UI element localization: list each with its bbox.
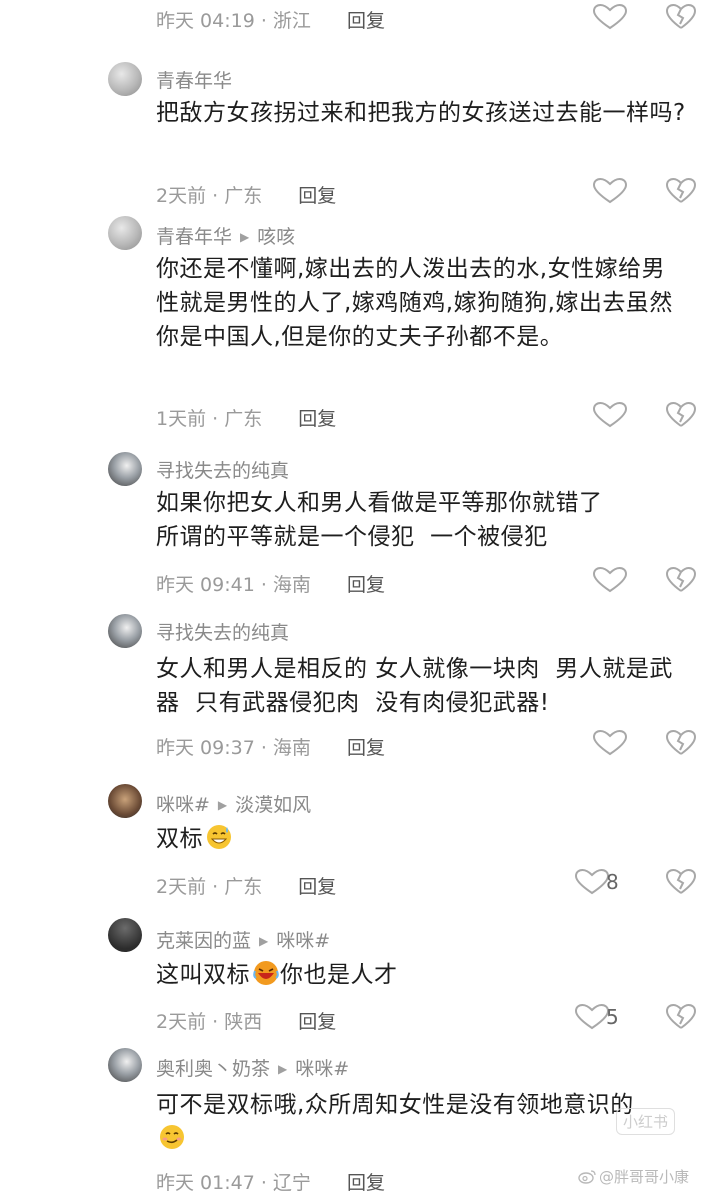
reply-button[interactable]: 回复 — [347, 737, 385, 759]
comment-location: 广东 — [224, 408, 263, 430]
comment-location: 广东 — [224, 185, 263, 207]
broken-heart-icon[interactable] — [664, 867, 698, 897]
avatar[interactable] — [108, 918, 142, 952]
weibo-icon — [578, 1170, 596, 1184]
weibo-handle: @胖哥哥小康 — [599, 1168, 690, 1186]
smirk-emoji — [160, 1125, 184, 1149]
comment-meta: 昨天 09:41 · 海南 回复 — [156, 574, 385, 596]
reply-arrow-icon: ▶ — [217, 798, 228, 812]
broken-heart-icon[interactable] — [664, 1002, 698, 1032]
comment-meta: 2天前 · 陕西 回复 — [156, 1011, 337, 1033]
xiaohongshu-watermark: 小红书 — [616, 1108, 676, 1135]
comment-author[interactable]: 青春年华 — [156, 226, 232, 248]
comment-author[interactable]: 寻找失去的纯真 — [156, 460, 289, 482]
comment-author-row: 青春年华 ▶ 咳咳 — [156, 222, 295, 249]
heart-icon[interactable] — [590, 400, 630, 430]
reply-arrow-icon: ▶ — [278, 1062, 288, 1076]
comment-meta: 昨天 01:47 · 辽宁 回复 — [156, 1172, 385, 1194]
comment-author[interactable]: 青春年华 — [156, 70, 232, 92]
like-count: 5 — [606, 1005, 619, 1029]
comment-location: 海南 — [272, 574, 311, 596]
reply-arrow-icon: ▶ — [240, 230, 250, 244]
reply-button[interactable]: 回复 — [347, 10, 385, 32]
comment-meta: 昨天 09:37 · 海南 回复 — [156, 737, 385, 759]
comment-text: 如果你把女人和男人看做是平等那你就错了 所谓的平等就是一个侵犯 一个被侵犯 — [156, 486, 686, 554]
comment-time: 昨天 01:47 — [156, 1172, 255, 1194]
reply-button[interactable]: 回复 — [347, 1172, 385, 1194]
comment-author-row: 寻找失去的纯真 — [156, 618, 289, 645]
comment-text-content: 可不是双标哦,众所周知女性是没有领地意识的 — [156, 1092, 634, 1118]
heart-icon[interactable] — [590, 565, 630, 595]
grin-sweat-emoji — [207, 825, 231, 849]
comment-meta: 2天前 · 广东 回复 — [156, 185, 337, 207]
reply-target[interactable]: 咪咪# — [276, 930, 330, 952]
comment-time: 昨天 09:41 — [156, 574, 255, 596]
avatar[interactable] — [108, 216, 142, 250]
comment-text: 把敌方女孩拐过来和把我方的女孩送过去能一样吗? — [156, 100, 686, 126]
comment-text-content: 你也是人才 — [280, 962, 398, 988]
reply-arrow-icon: ▶ — [259, 934, 269, 948]
comment-author[interactable]: 奥利奥丶奶茶 — [156, 1058, 270, 1080]
comment-time: 2天前 — [156, 1011, 207, 1033]
comment-text-line: 所谓的平等就是一个侵犯 一个被侵犯 — [156, 524, 548, 550]
comment-author-row: 青春年华 — [156, 66, 232, 93]
avatar[interactable] — [108, 62, 142, 96]
comment-location: 辽宁 — [272, 1172, 311, 1194]
comment-text: 双标 — [156, 822, 686, 856]
avatar[interactable] — [108, 614, 142, 648]
comment-author-row: 克莱因的蓝 ▶ 咪咪# — [156, 926, 330, 953]
comment-text-content: 双标 — [156, 826, 203, 852]
comment-text-line: 如果你把女人和男人看做是平等那你就错了 — [156, 490, 603, 516]
comment-author-row: 寻找失去的纯真 — [156, 456, 289, 483]
comment-location: 陕西 — [224, 1011, 263, 1033]
comment-author[interactable]: 寻找失去的纯真 — [156, 622, 289, 644]
comment-text-content: 这叫双标 — [156, 962, 250, 988]
comment-time: 昨天 09:37 — [156, 737, 255, 759]
broken-heart-icon[interactable] — [664, 2, 698, 32]
like-count: 8 — [606, 870, 619, 894]
comment-time: 昨天 04:19 — [156, 10, 255, 32]
reply-button[interactable]: 回复 — [298, 1011, 336, 1033]
reply-target[interactable]: 咳咳 — [257, 226, 295, 248]
broken-heart-icon[interactable] — [664, 176, 698, 206]
comment-meta: 1天前 · 广东 回复 — [156, 408, 337, 430]
comment-author[interactable]: 咪咪# — [156, 794, 210, 816]
comment-author[interactable]: 克莱因的蓝 — [156, 930, 251, 952]
comment-author-row: 咪咪# ▶ 淡漠如风 — [156, 790, 311, 817]
broken-heart-icon[interactable] — [664, 565, 698, 595]
comment-time: 2天前 — [156, 876, 207, 898]
reply-target[interactable]: 咪咪# — [295, 1058, 349, 1080]
heart-icon[interactable] — [590, 728, 630, 758]
laugh-tears-emoji — [253, 961, 279, 985]
comment-author-row: 奥利奥丶奶茶 ▶ 咪咪# — [156, 1054, 349, 1081]
comment-text: 女人和男人是相反的 女人就像一块肉 男人就是武器 只有武器侵犯肉 没有肉侵犯武器… — [156, 656, 673, 716]
avatar[interactable] — [108, 1048, 142, 1082]
reply-button[interactable]: 回复 — [298, 185, 336, 207]
broken-heart-icon[interactable] — [664, 728, 698, 758]
comment-text: 这叫双标 你也是人才 — [156, 958, 686, 992]
heart-icon[interactable] — [590, 176, 630, 206]
comment-meta: 2天前 · 广东 回复 — [156, 876, 337, 898]
comment-time: 1天前 — [156, 408, 207, 430]
weibo-watermark: @胖哥哥小康 — [578, 1166, 689, 1187]
heart-icon[interactable] — [590, 2, 630, 32]
avatar[interactable] — [108, 784, 142, 818]
comment-time: 2天前 — [156, 185, 207, 207]
broken-heart-icon[interactable] — [664, 400, 698, 430]
reply-target[interactable]: 淡漠如风 — [235, 794, 311, 816]
reply-button[interactable]: 回复 — [298, 876, 336, 898]
comment-location: 海南 — [272, 737, 311, 759]
comment-location: 浙江 — [272, 10, 311, 32]
comment-text: 你还是不懂啊,嫁出去的人泼出去的水,女性嫁给男性就是男性的人了,嫁鸡随鸡,嫁狗随… — [156, 256, 673, 350]
comment-text: 可不是双标哦,众所周知女性是没有领地意识的 — [156, 1088, 656, 1156]
reply-button[interactable]: 回复 — [347, 574, 385, 596]
comment-meta: 昨天 04:19 · 浙江 回复 — [156, 10, 385, 32]
avatar[interactable] — [108, 452, 142, 486]
comment-location: 广东 — [224, 876, 263, 898]
reply-button[interactable]: 回复 — [298, 408, 336, 430]
